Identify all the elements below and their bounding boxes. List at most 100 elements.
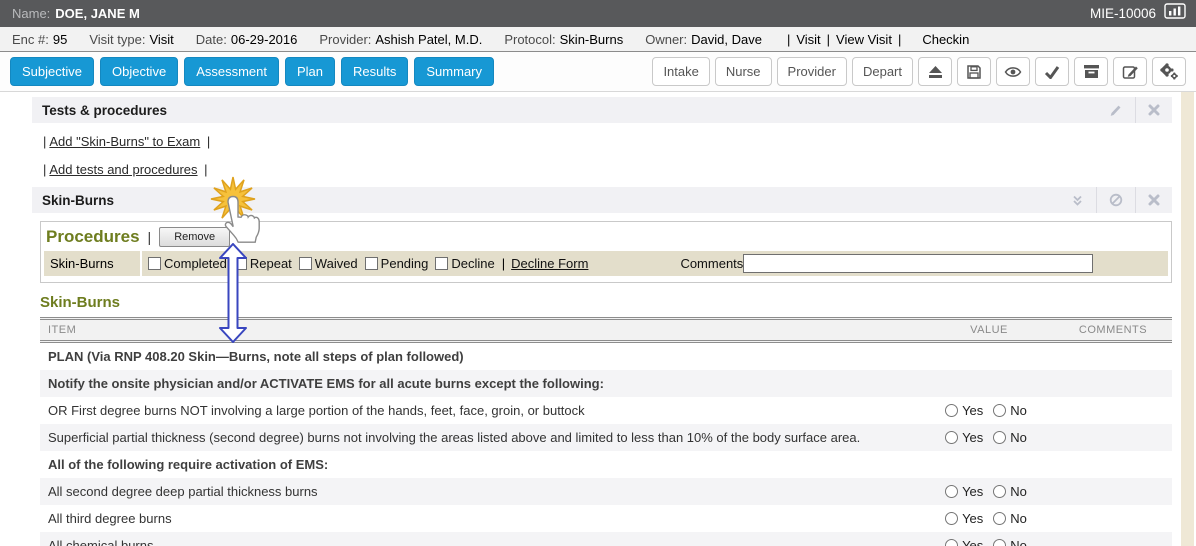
table-row: All chemical burnsYesNo — [40, 532, 1172, 546]
yes-label: Yes — [962, 538, 983, 546]
tab-objective[interactable]: Objective — [100, 57, 178, 86]
procedure-status-row: Skin-Burns CompletedRepeatWaivedPendingD… — [44, 251, 1168, 276]
yes-no-radio-group: YesNo — [945, 430, 1033, 445]
yes-radio[interactable] — [945, 512, 958, 525]
checkbox-label: Repeat — [250, 256, 292, 271]
yes-label: Yes — [962, 403, 983, 418]
add-skin-burns-exam-line: |Add "Skin-Burns" to Exam | — [40, 134, 1172, 149]
decline-form-link[interactable]: Decline Form — [511, 256, 588, 271]
collapse-section-button[interactable] — [1059, 187, 1096, 213]
block-section-button[interactable] — [1096, 187, 1135, 213]
edit-note-button[interactable] — [1113, 57, 1147, 86]
checkbox-label: Waived — [315, 256, 358, 271]
yes-radio[interactable] — [945, 539, 958, 546]
field-value: 06-29-2016 — [231, 32, 298, 47]
items-table: ITEM VALUE COMMENTS PLAN (Via RNP 408.20… — [40, 317, 1172, 546]
tab-plan[interactable]: Plan — [285, 57, 335, 86]
bar-chart-icon[interactable] — [1164, 3, 1186, 24]
add-tests-procedures-link[interactable]: Add tests and procedures — [49, 162, 197, 177]
visit-link[interactable]: Visit — [796, 32, 820, 47]
close-skin-burns-button[interactable] — [1135, 187, 1172, 213]
pending-checkbox[interactable] — [365, 257, 378, 270]
pipe: | — [787, 32, 790, 47]
decline-checkbox[interactable] — [435, 257, 448, 270]
field-label: Enc #: — [12, 32, 49, 47]
col-comments: COMMENTS — [1054, 324, 1172, 336]
encounter-field: Enc #:95 — [12, 32, 67, 47]
completed-checkbox[interactable] — [148, 257, 161, 270]
checkbox-label: Completed — [164, 256, 227, 271]
no-radio[interactable] — [993, 404, 1006, 417]
chart-toolbar: SubjectiveObjectiveAssessmentPlanResults… — [0, 52, 1196, 92]
no-radio[interactable] — [993, 485, 1006, 498]
save-button[interactable] — [957, 57, 991, 86]
name-label: Name: — [12, 6, 50, 21]
encounter-field: Provider:Ashish Patel, M.D. — [319, 32, 482, 47]
edit-section-button[interactable] — [1096, 97, 1135, 123]
no-label: No — [1010, 403, 1027, 418]
tab-assessment[interactable]: Assessment — [184, 57, 279, 86]
close-section-button[interactable] — [1135, 97, 1172, 123]
checkin-link[interactable]: Checkin — [922, 32, 969, 47]
visit-links: |Visit|View Visit| — [784, 32, 904, 47]
view-button[interactable] — [996, 57, 1030, 86]
yes-radio[interactable] — [945, 431, 958, 444]
view-visit-link[interactable]: View Visit — [836, 32, 892, 47]
procedures-panel: Procedures | Remove Skin-Burns Completed… — [40, 221, 1172, 283]
procedure-name: Skin-Burns — [44, 251, 140, 276]
yes-label: Yes — [962, 430, 983, 445]
item-text: All second degree deep partial thickness… — [40, 484, 924, 499]
encounter-bar: Enc #:95 Visit type: Visit Date:06-29-2016 P… — [0, 27, 1196, 52]
comments-input[interactable] — [743, 254, 1093, 273]
table-row: Notify the onsite physician and/or ACTIV… — [40, 370, 1172, 397]
eject-button[interactable] — [918, 57, 952, 86]
value-cell: Yes No — [924, 511, 1054, 526]
items-table-header: ITEM VALUE COMMENTS — [40, 317, 1172, 343]
skin-burns-section-header: Skin-Burns — [32, 187, 1172, 213]
encounter-field: Date:06-29-2016 — [196, 32, 298, 47]
tab-results[interactable]: Results — [341, 57, 408, 86]
encounter-field: Owner:David, Dave — [645, 32, 762, 47]
value-cell: YesNo — [924, 484, 1054, 499]
tab-subjective[interactable]: Subjective — [10, 57, 94, 86]
checkbox-label: Decline — [451, 256, 494, 271]
depart-button[interactable]: Depart — [852, 57, 913, 86]
no-label: No — [1010, 511, 1027, 526]
no-radio[interactable] — [993, 512, 1006, 525]
items-table-body: PLAN (Via RNP 408.20 Skin—Burns, note al… — [40, 343, 1172, 546]
pipe: | — [43, 134, 46, 149]
chart-content: Tests & procedures |Add "Skin-Burns" to … — [0, 92, 1196, 546]
yes-radio[interactable] — [945, 404, 958, 417]
skin-burns-table-heading: Skin-Burns — [40, 294, 1172, 311]
item-text: Notify the onsite physician and/or ACTIV… — [40, 376, 924, 391]
pipe: | — [148, 229, 152, 245]
yes-no-radio-group: Yes No — [945, 403, 1033, 418]
table-row: All second degree deep partial thickness… — [40, 478, 1172, 505]
no-radio[interactable] — [993, 539, 1006, 546]
tab-summary[interactable]: Summary — [414, 57, 494, 86]
stage-buttons: IntakeNurseProviderDepart — [652, 57, 913, 86]
tests-procedures-title: Tests & procedures — [42, 103, 167, 118]
yes-label: Yes — [962, 511, 983, 526]
add-skin-burns-exam-link[interactable]: Add "Skin-Burns" to Exam — [49, 134, 200, 149]
col-value: VALUE — [924, 324, 1054, 336]
nurse-button[interactable]: Nurse — [715, 57, 772, 86]
table-row: Superficial partial thickness (second de… — [40, 424, 1172, 451]
pipe: | — [43, 162, 46, 177]
intake-button[interactable]: Intake — [652, 57, 709, 86]
field-value: David, Dave — [691, 32, 762, 47]
remove-button[interactable]: Remove — [159, 227, 230, 247]
waived-checkbox[interactable] — [299, 257, 312, 270]
item-text: Superficial partial thickness (second de… — [40, 430, 924, 445]
confirm-button[interactable] — [1035, 57, 1069, 86]
yes-radio[interactable] — [945, 485, 958, 498]
field-label: Visit type: — [89, 32, 145, 47]
settings-button[interactable] — [1152, 57, 1186, 86]
patient-name: DOE, JANE M — [55, 6, 140, 21]
scroll-strip[interactable] — [1180, 92, 1194, 546]
provider-button[interactable]: Provider — [777, 57, 847, 86]
no-radio[interactable] — [993, 431, 1006, 444]
yes-no-radio-group: Yes No — [945, 511, 1033, 526]
repeat-checkbox[interactable] — [234, 257, 247, 270]
archive-button[interactable] — [1074, 57, 1108, 86]
